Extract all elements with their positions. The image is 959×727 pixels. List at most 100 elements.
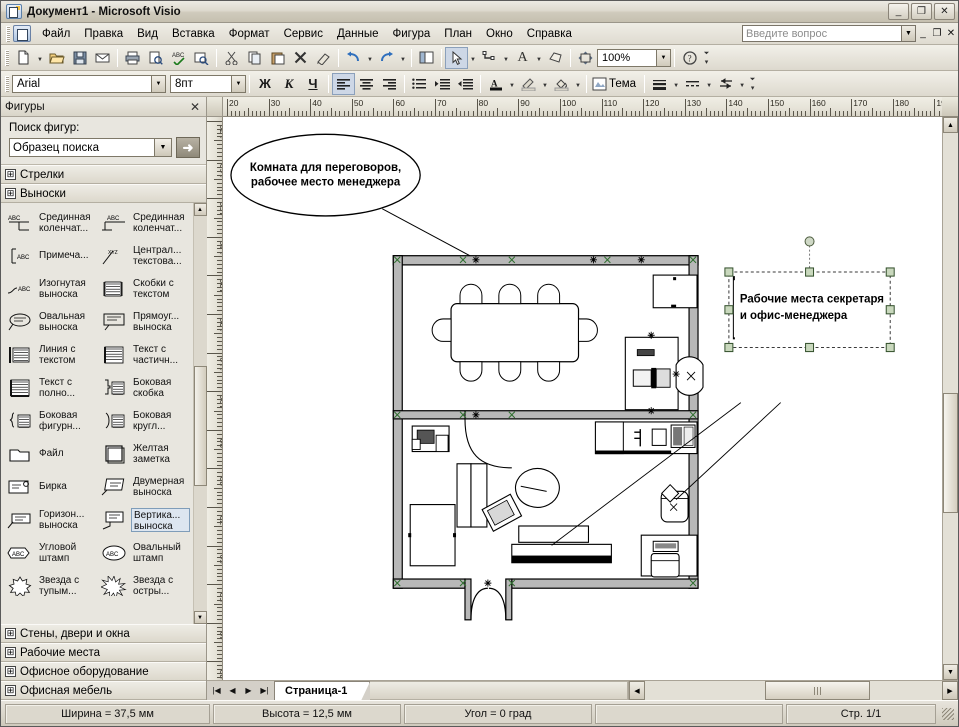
stencil-shape-22[interactable]: Звезда с тупым... [4, 569, 98, 602]
print-icon[interactable] [121, 47, 144, 69]
stencil-shape-7[interactable]: Прямоуг... выноска [98, 305, 192, 338]
menu-item-shape[interactable]: Фигура [386, 25, 438, 43]
font-name-dropdown-icon[interactable]: ▼ [152, 74, 166, 93]
fill-color-icon[interactable] [550, 73, 573, 95]
copy-icon[interactable] [243, 47, 266, 69]
undo-icon[interactable] [342, 47, 365, 69]
horizontal-ruler[interactable]: 20 30 40 50 60 70 80 90 100 110 120 130 140 150 160 170… [223, 97, 942, 117]
doc-minimize-button[interactable]: _ [916, 26, 930, 41]
delete-icon[interactable] [289, 47, 312, 69]
decrease-indent-icon[interactable] [454, 73, 477, 95]
pan-zoom-icon[interactable] [574, 47, 597, 69]
stencil-shape-6[interactable]: Овальная выноска [4, 305, 98, 338]
line-color-dropdown-icon[interactable]: ▼ [540, 73, 550, 95]
stencil-shape-13[interactable]: Боковая кругл... [98, 404, 192, 437]
stencil-shape-0[interactable]: ABC Срединная коленчат... [4, 206, 98, 239]
scroll-left-icon[interactable]: ◀ [629, 681, 645, 700]
print-preview-icon[interactable] [144, 47, 167, 69]
menu-item-file[interactable]: Файл [35, 25, 77, 43]
font-color-dropdown-icon[interactable]: ▼ [507, 73, 517, 95]
italic-button[interactable]: К [277, 73, 301, 94]
redo-icon[interactable] [375, 47, 398, 69]
font-size-input[interactable]: 8пт [170, 74, 232, 93]
format-toolbar-grip[interactable] [5, 75, 9, 92]
freeform-tool-icon[interactable] [544, 47, 567, 69]
menu-item-edit[interactable]: Правка [77, 25, 130, 43]
stencil-shape-19[interactable]: Вертика... выноска [98, 503, 192, 536]
ask-question-dropdown-icon[interactable]: ▼ [902, 25, 916, 42]
help-icon[interactable]: ? [678, 47, 701, 69]
prev-page-icon[interactable]: ◀ [225, 683, 240, 699]
paste-icon[interactable] [266, 47, 289, 69]
last-page-icon[interactable]: ▶| [257, 683, 272, 699]
format-painter-icon[interactable] [312, 47, 335, 69]
new-dropdown-icon[interactable]: ▼ [35, 47, 45, 69]
menu-item-format[interactable]: Формат [222, 25, 277, 43]
standard-toolbar-overflow-icon[interactable]: ⏷ ▾ [701, 47, 712, 69]
stencil-shape-14[interactable]: Файл [4, 437, 98, 470]
align-left-icon[interactable] [332, 72, 355, 95]
menu-item-plan[interactable]: План [437, 25, 479, 43]
cut-icon[interactable] [220, 47, 243, 69]
align-right-icon[interactable] [378, 73, 401, 95]
horizontal-scroll-track[interactable] [645, 681, 942, 700]
spelling-icon[interactable]: ABC [167, 47, 190, 69]
stencil-shape-15[interactable]: Желтая заметка [98, 437, 192, 470]
stencil-shape-3[interactable]: XYZ Централ... текстова... [98, 239, 192, 272]
scroll-down-icon[interactable]: ▼ [943, 664, 958, 680]
pointer-tool-icon[interactable] [445, 46, 468, 69]
bold-button[interactable]: Ж [253, 73, 277, 94]
shape-search-input[interactable]: Образец поиска [9, 138, 155, 157]
pointer-tool-dropdown-icon[interactable]: ▼ [468, 47, 478, 69]
stencil-shape-2[interactable]: ABC Примеча... [4, 239, 98, 272]
horizontal-scrollbar[interactable]: ◀ ▶ [628, 681, 958, 700]
minimize-button[interactable]: _ [888, 3, 909, 20]
stencil-shape-11[interactable]: Боковая скобка [98, 371, 192, 404]
stencil-shape-16[interactable]: Бирка [4, 470, 98, 503]
stencil-category-walls[interactable]: ⊞ Стены, двери и окна [1, 624, 206, 643]
ask-question-input[interactable]: Введите вопрос [742, 25, 902, 42]
drawing-canvas[interactable]: Комната для переговоров, рабочее место м… [223, 117, 942, 680]
stencil-shape-23[interactable]: Звезда с остры... [98, 569, 192, 602]
stencil-scroll-thumb[interactable] [193, 366, 207, 486]
stencil-shape-21[interactable]: ABC Овальный штамп [98, 536, 192, 569]
ruler-corner[interactable] [207, 97, 223, 117]
vertical-ruler[interactable]: 17016015014013012011010090807060504030 [207, 117, 223, 680]
stencil-shape-12[interactable]: Боковая фигурн... [4, 404, 98, 437]
stencil-shape-5[interactable]: Скобки с текстом [98, 272, 192, 305]
vertical-scroll-track[interactable] [943, 133, 958, 664]
stencil-category-office-furniture[interactable]: ⊞ Офисная мебель [1, 681, 206, 700]
font-color-icon[interactable]: A [484, 73, 507, 95]
new-icon[interactable] [12, 47, 35, 69]
stencil-category-arrows[interactable]: ⊞ Стрелки [1, 165, 206, 184]
scroll-up-icon[interactable]: ▲ [943, 117, 958, 133]
stencil-shape-17[interactable]: Двумерная выноска [98, 470, 192, 503]
zoom-dropdown-icon[interactable]: ▼ [657, 48, 671, 67]
menu-item-view[interactable]: Вид [130, 25, 165, 43]
theme-icon[interactable] [590, 73, 609, 95]
open-icon[interactable] [45, 47, 68, 69]
menu-item-help[interactable]: Справка [520, 25, 579, 43]
close-icon[interactable]: ✕ [190, 100, 202, 114]
shape-search-dropdown-icon[interactable]: ▼ [155, 138, 172, 157]
scroll-right-icon[interactable]: ▶ [942, 681, 958, 700]
maximize-button[interactable]: ❐ [911, 3, 932, 20]
vertical-scroll-thumb[interactable] [943, 393, 958, 513]
increase-indent-icon[interactable] [431, 73, 454, 95]
redo-dropdown-icon[interactable]: ▼ [398, 47, 408, 69]
stencil-shape-1[interactable]: ABC Срединная коленчат... [98, 206, 192, 239]
scroll-up-icon[interactable]: ▲ [193, 203, 207, 216]
text-tool-dropdown-icon[interactable]: ▼ [534, 47, 544, 69]
horizontal-scroll-thumb[interactable] [765, 681, 870, 700]
menu-item-tools[interactable]: Сервис [277, 25, 330, 43]
menu-item-insert[interactable]: Вставка [165, 25, 222, 43]
stencil-shape-9[interactable]: Текст с частичн... [98, 338, 192, 371]
line-ends-icon[interactable] [714, 73, 737, 95]
menu-grip[interactable] [6, 25, 10, 42]
stencil-shape-20[interactable]: ABC Угловой штамп [4, 536, 98, 569]
bullets-icon[interactable] [408, 73, 431, 95]
next-page-icon[interactable]: ▶ [241, 683, 256, 699]
menu-item-window[interactable]: Окно [479, 25, 520, 43]
stencil-shape-4[interactable]: ABC Изогнутая выноска [4, 272, 98, 305]
shape-search-go-icon[interactable]: ➜ [176, 137, 200, 158]
